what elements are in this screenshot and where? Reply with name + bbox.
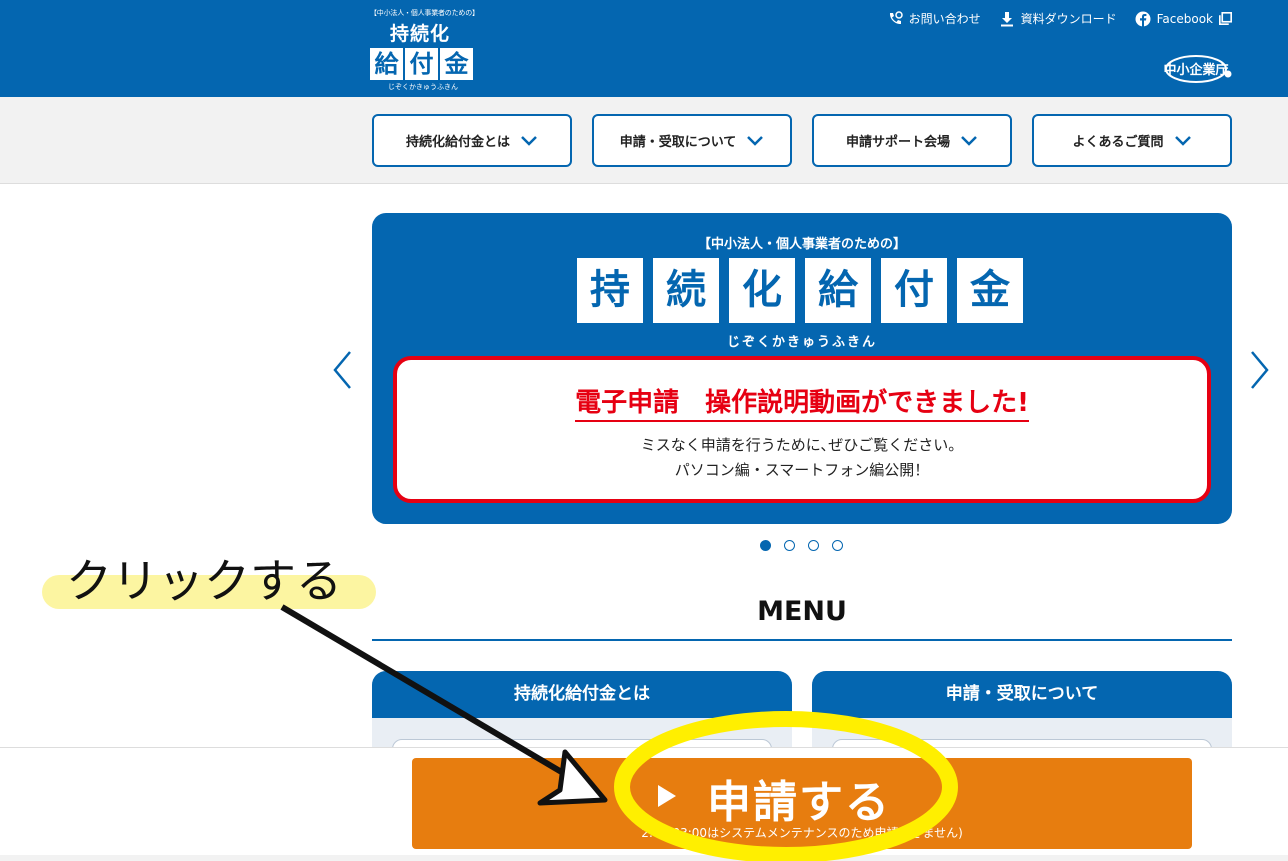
logo-tile: 給 — [370, 48, 403, 80]
notice-line1: ミスなく申請を行うために､ぜひご覧ください。 — [640, 436, 964, 454]
notice-line2: パソコン編・スマートフォン編公開！ — [674, 461, 930, 479]
annotation-text: クリックする — [66, 554, 342, 608]
logo-tile: 金 — [440, 48, 473, 80]
site-logo[interactable]: 【中小法人・個人事業者のための】 持続化 給 付 金 じぞくかきゅうふきん — [370, 8, 480, 92]
contact-link-label: お問い合わせ — [908, 12, 981, 26]
logo-ruby: じぞくかきゅうふきん — [388, 83, 458, 91]
slider-dot[interactable] — [832, 540, 843, 551]
apply-maintenance-note: 2:00-03:00はシステムメンテナンスのため申請できません) — [641, 826, 963, 840]
nav-application[interactable]: 申請・受取について — [592, 114, 792, 167]
slider-dot[interactable] — [760, 540, 771, 551]
site-header: 【中小法人・個人事業者のための】 持続化 給 付 金 じぞくかきゅうふきん お問… — [0, 0, 1288, 97]
slide-title-tile: 付 — [881, 258, 947, 323]
notice-title-text: 電子申請 操作説明動画ができました! — [575, 388, 1029, 422]
chevron-down-icon — [1174, 135, 1191, 146]
menu-card-application-label: 申請・受取について — [812, 671, 1232, 718]
slide-title-tile: 金 — [957, 258, 1023, 323]
slider-next-button[interactable] — [1250, 350, 1270, 390]
notice-box: 電子申請 操作説明動画ができました! ミスなく申請を行うために､ぜひご覧ください… — [393, 356, 1211, 503]
chevron-down-icon — [961, 135, 977, 146]
slider-dots — [760, 540, 843, 551]
logo-tiles: 給 付 金 — [370, 48, 480, 80]
facebook-icon — [1135, 11, 1151, 27]
slide-title-tiles: 持 続 化 給 付 金 — [577, 258, 1023, 323]
phone-icon — [889, 10, 903, 24]
play-icon — [658, 785, 676, 807]
nav-faq-label: よくあるご質問 — [1072, 135, 1164, 150]
slide-title-tile: 続 — [653, 258, 719, 323]
nav-support[interactable]: 申請サポート会場 — [812, 114, 1012, 167]
agency-logo[interactable]: 中小企業庁 — [1163, 54, 1232, 86]
chevron-down-icon — [521, 135, 537, 146]
slide-title-tile: 化 — [729, 258, 795, 323]
header-links: お問い合わせ 資料ダウンロード Facebook — [887, 10, 1232, 27]
download-link-label: 資料ダウンロード — [1020, 12, 1117, 26]
logo-tile: 付 — [405, 48, 438, 80]
slide-ruby: じぞくかきゅうふきん — [726, 335, 877, 350]
chevron-down-icon — [747, 135, 764, 146]
apply-button-label: 申請する — [707, 777, 891, 828]
contact-link[interactable]: お問い合わせ — [887, 10, 981, 27]
slide-title-tile: 給 — [805, 258, 871, 323]
facebook-link[interactable]: Facebook — [1135, 10, 1232, 27]
menu-card-about[interactable]: 持続化給付金とは — [372, 671, 792, 751]
slide-subtitle: 【中小法人・個人事業者のための】 — [697, 237, 906, 252]
nav-application-label: 申請・受取について — [619, 135, 737, 150]
menu-card-application[interactable]: 申請・受取について — [812, 671, 1232, 751]
notice-title: 電子申請 操作説明動画ができました! — [397, 382, 1207, 422]
slider-dot[interactable] — [784, 540, 795, 551]
nav-about-label: 持続化給付金とは — [405, 135, 510, 150]
hero-slide[interactable]: 【中小法人・個人事業者のための】 持 続 化 給 付 金 じぞくかきゅうふきん … — [372, 213, 1232, 524]
slide-title-tile: 持 — [577, 258, 643, 323]
external-link-icon — [1219, 12, 1232, 25]
menu-card-about-label: 持続化給付金とは — [372, 671, 792, 718]
menu-heading: MENU — [757, 596, 847, 627]
logo-subtitle: 【中小法人・個人事業者のための】 — [370, 9, 479, 17]
download-icon — [1000, 11, 1013, 26]
logo-row1: 持続化 — [390, 23, 451, 45]
menu-divider — [372, 639, 1232, 641]
download-link[interactable]: 資料ダウンロード — [999, 10, 1117, 27]
nav-faq[interactable]: よくあるご質問 — [1032, 114, 1232, 167]
facebook-link-label: Facebook — [1156, 11, 1213, 26]
slider-prev-button[interactable] — [332, 350, 352, 390]
apply-button[interactable]: 申請する 2:00-03:00はシステムメンテナンスのため申請できません) — [412, 758, 1192, 849]
slider-dot[interactable] — [808, 540, 819, 551]
nav-support-label: 申請サポート会場 — [845, 135, 950, 150]
global-nav: 持続化給付金とは 申請・受取について 申請サポート会場 よくあるご質問 — [0, 97, 1288, 184]
agency-label: 中小企業庁 — [1164, 62, 1229, 78]
footer-strip — [0, 855, 1288, 861]
nav-about[interactable]: 持続化給付金とは — [372, 114, 572, 167]
fixed-apply-bar: 申請する 2:00-03:00はシステムメンテナンスのため申請できません) — [0, 747, 1288, 855]
